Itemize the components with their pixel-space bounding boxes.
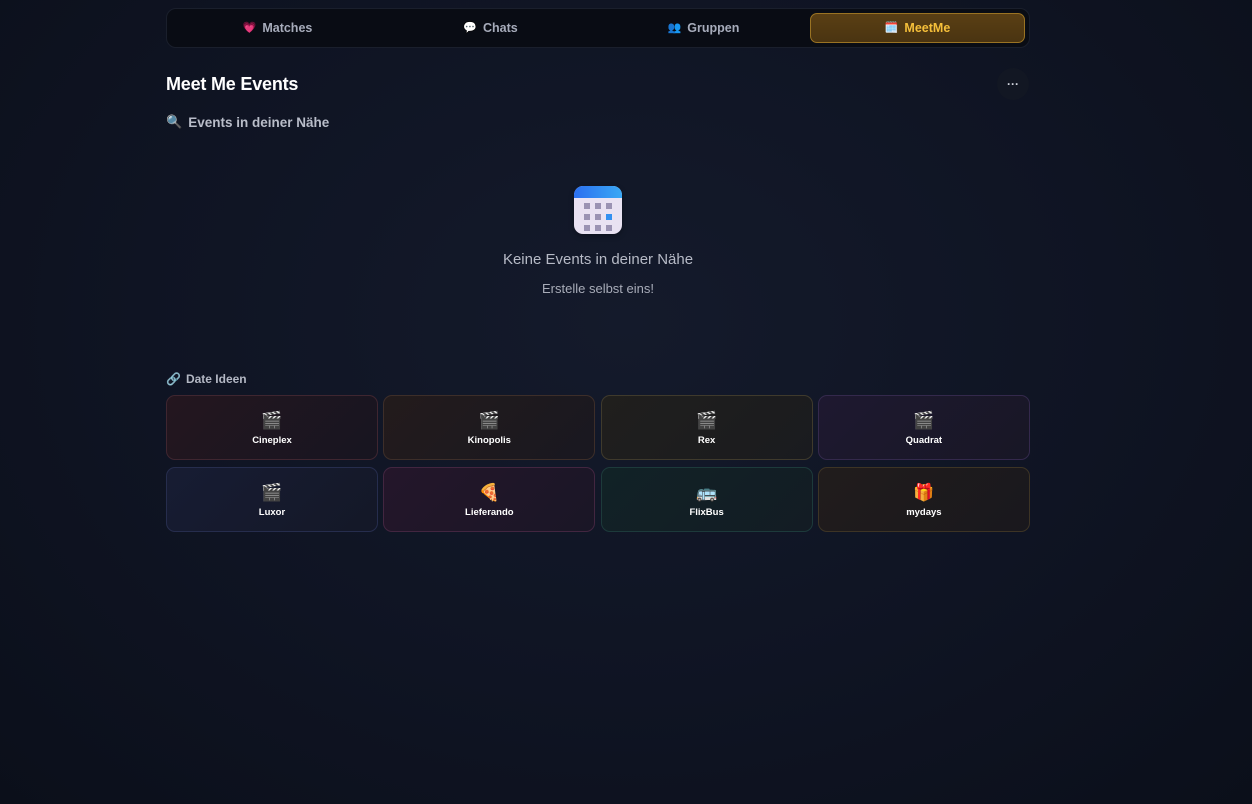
tab-bar: 💗 Matches 💬 Chats 👥 Gruppen 🗓️ MeetMe <box>166 8 1030 48</box>
heart-icon: 💗 <box>242 21 257 34</box>
ellipsis-icon: ··· <box>1007 77 1019 91</box>
date-idea-label: Luxor <box>258 506 286 518</box>
tab-label: Gruppen <box>687 21 740 35</box>
clapperboard-icon: 🎬 <box>261 482 283 502</box>
date-idea-kinopolis[interactable]: 🎬 Kinopolis <box>383 395 596 460</box>
empty-state-title: Keine Events in deiner Nähe <box>502 251 694 268</box>
clapperboard-icon: 🎬 <box>696 410 718 430</box>
date-idea-label: Rex <box>697 434 716 446</box>
empty-state: Keine Events in deiner Nähe Erstelle sel… <box>166 186 1030 371</box>
tab-matches[interactable]: 💗 Matches <box>171 13 384 43</box>
date-idea-mydays[interactable]: 🎁 mydays <box>817 467 1030 532</box>
date-idea-label: FlixBus <box>689 506 724 518</box>
tab-meetme[interactable]: 🗓️ MeetMe <box>810 13 1025 43</box>
date-idea-label: Quadrat <box>905 434 943 446</box>
date-idea-label: Lieferando <box>465 506 514 518</box>
gift-icon: 🎁 <box>913 482 935 502</box>
date-idea-label: Cineplex <box>252 434 292 446</box>
nearby-events-heading: 🔍 Events in deiner Nähe <box>166 114 1030 130</box>
link-icon: 🔗 <box>166 372 181 386</box>
date-idea-label: Kinopolis <box>467 434 511 446</box>
empty-state-subtitle: Erstelle selbst eins! <box>542 281 654 296</box>
tab-label: MeetMe <box>904 21 951 35</box>
date-idea-flixbus[interactable]: 🚌 FlixBus <box>600 467 813 532</box>
calendar-icon <box>574 186 622 234</box>
date-idea-rex[interactable]: 🎬 Rex <box>600 395 813 460</box>
more-options-button[interactable]: ··· <box>997 68 1029 100</box>
magnifier-icon: 🔍 <box>166 114 183 129</box>
date-idea-label: mydays <box>906 506 942 518</box>
clapperboard-icon: 🎬 <box>478 410 500 430</box>
date-ideas-label: Date Ideen <box>185 372 247 386</box>
bus-icon: 🚌 <box>696 482 718 502</box>
nearby-events-label: Events in deiner Nähe <box>188 114 330 130</box>
pizza-icon: 🍕 <box>478 482 500 502</box>
speech-bubble-icon: 💬 <box>463 21 477 34</box>
clapperboard-icon: 🎬 <box>261 410 283 430</box>
app-container: 💗 Matches 💬 Chats 👥 Gruppen 🗓️ MeetMe Me… <box>166 8 1030 532</box>
people-icon: 👥 <box>667 21 682 34</box>
tab-label: Matches <box>262 21 313 35</box>
date-ideas-heading: 🔗 Date Ideen <box>166 371 1030 387</box>
page-header: Meet Me Events ··· <box>166 68 1030 100</box>
clapperboard-icon: 🎬 <box>913 410 935 430</box>
tab-gruppen[interactable]: 👥 Gruppen <box>597 13 810 43</box>
tab-chats[interactable]: 💬 Chats <box>384 13 597 43</box>
date-ideas-grid: 🎬 Cineplex 🎬 Kinopolis 🎬 Rex 🎬 Quadrat 🎬… <box>166 395 1030 532</box>
calendar-icon: 🗓️ <box>884 21 899 34</box>
page-title: Meet Me Events <box>166 73 299 94</box>
date-idea-lieferando[interactable]: 🍕 Lieferando <box>383 467 596 532</box>
date-idea-luxor[interactable]: 🎬 Luxor <box>166 467 378 532</box>
tab-label: Chats <box>482 21 518 35</box>
date-idea-cineplex[interactable]: 🎬 Cineplex <box>166 395 378 460</box>
date-idea-quadrat[interactable]: 🎬 Quadrat <box>817 395 1030 460</box>
